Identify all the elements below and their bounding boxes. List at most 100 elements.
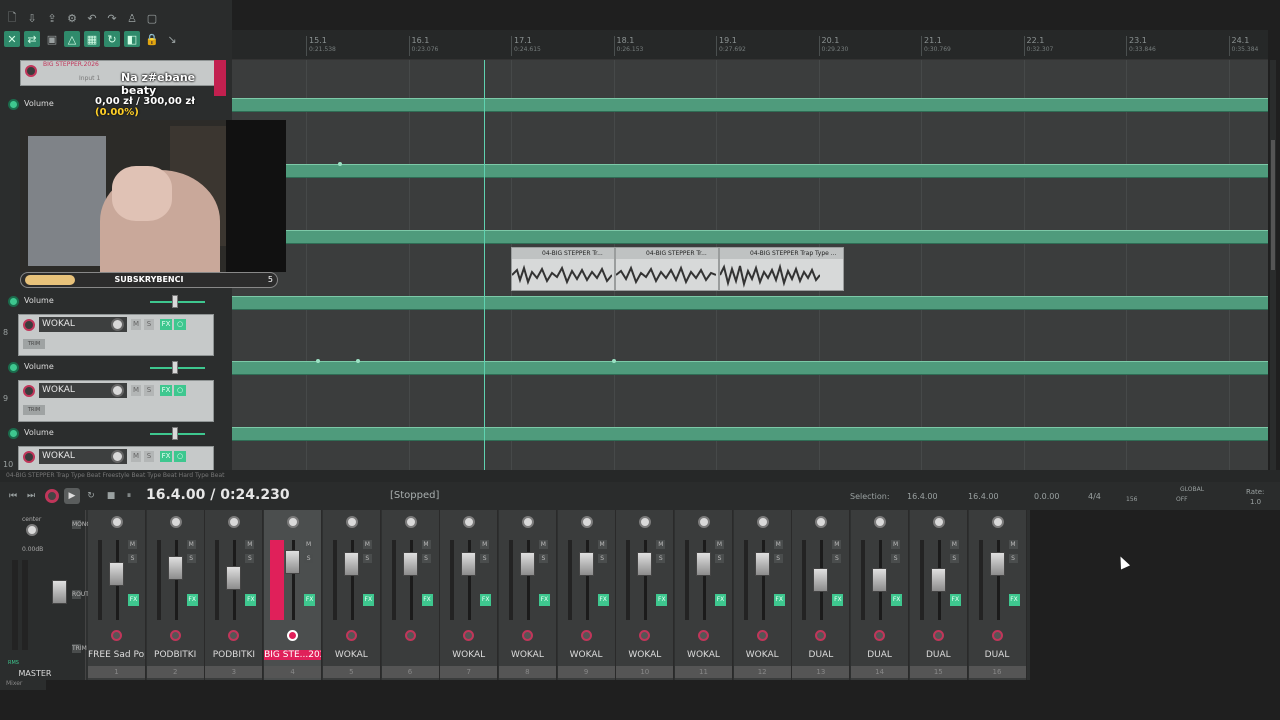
record-arm-button[interactable]	[932, 630, 944, 641]
track-header-10[interactable]: WOKAL M S FX ○	[18, 446, 214, 470]
vertical-scrollbar[interactable]	[1270, 60, 1276, 470]
mute-button[interactable]: M	[304, 540, 314, 549]
pan-knob[interactable]	[404, 516, 417, 528]
record-arm-button[interactable]	[580, 630, 592, 641]
bpm-display[interactable]: 156	[1126, 496, 1137, 503]
volume-fader[interactable]	[696, 552, 711, 576]
mixer-strip[interactable]: M S FX DUAL 15	[909, 510, 968, 680]
record-arm-button[interactable]	[698, 630, 709, 641]
envelope-toggle[interactable]	[8, 296, 19, 307]
fx-button[interactable]: FX	[480, 594, 492, 606]
strip-name[interactable]: FREE Sad Pop	[88, 650, 145, 660]
strip-name[interactable]: WOKAL	[675, 650, 732, 660]
pan-knob[interactable]	[463, 516, 476, 528]
solo-button[interactable]: S	[304, 554, 314, 563]
solo-button[interactable]: S	[538, 554, 548, 563]
solo-button[interactable]: S	[715, 554, 724, 563]
volume-envelope[interactable]	[232, 296, 1268, 310]
fx-button[interactable]: FX	[1008, 594, 1020, 606]
pan-knob[interactable]	[228, 516, 241, 528]
pan-knob[interactable]	[580, 516, 593, 528]
envelope-point[interactable]	[612, 359, 616, 363]
record-arm-button[interactable]	[756, 630, 768, 641]
volume-fader[interactable]	[754, 552, 770, 576]
record-arm-button[interactable]	[23, 451, 35, 463]
grid-icon[interactable]: ▢	[144, 10, 160, 26]
mixer-strip[interactable]: M S FX PODBITKI 3	[205, 510, 264, 680]
fx-button[interactable]: FX	[891, 594, 903, 606]
playhead-cursor[interactable]	[484, 60, 485, 470]
record-arm-button[interactable]	[639, 630, 651, 641]
strip-name[interactable]: PODBITKI	[205, 650, 262, 660]
envelope-lane[interactable]: Volume	[0, 359, 232, 377]
trim-button[interactable]: TRIM	[23, 405, 45, 415]
strip-name[interactable]: DUAL	[910, 650, 967, 660]
mixer-strip[interactable]: M S FX DUAL 16	[968, 510, 1027, 680]
volume-fader[interactable]	[402, 552, 418, 576]
mixer-tab[interactable]: Mixer	[0, 680, 46, 690]
media-item[interactable]: 04-BIG STEPPER Trap Type ...	[719, 247, 844, 291]
solo-button[interactable]: S	[949, 554, 959, 563]
loop-icon[interactable]: ↻	[104, 31, 120, 47]
volume-fader[interactable]	[872, 568, 888, 592]
envelope-toggle[interactable]	[8, 362, 19, 373]
timeline-ruler[interactable]: 15.1 0:21.538 16.1 0:23.076 17.1 0:24.615 18.1…	[232, 30, 1268, 60]
pan-knob[interactable]	[991, 516, 1004, 528]
mute-button[interactable]: M	[480, 540, 490, 549]
master-strip[interactable]: center 0.00dB MONO ROUTE TRIM RMS MASTER	[0, 510, 93, 680]
razor-icon[interactable]: ↘	[164, 31, 180, 47]
link-icon[interactable]: ⇄	[24, 31, 40, 47]
solo-button[interactable]: S	[144, 319, 154, 330]
volume-fader[interactable]	[461, 552, 477, 576]
new-project-icon[interactable]: 🗋	[4, 10, 20, 26]
mixer-strip[interactable]: M S FX WOKAL 7	[440, 510, 499, 680]
volume-knob[interactable]	[111, 384, 124, 397]
mute-button[interactable]: M	[131, 451, 141, 462]
volume-slider-thumb[interactable]	[172, 427, 178, 440]
fx-button[interactable]: FX	[160, 319, 172, 330]
volume-slider-thumb[interactable]	[172, 295, 178, 308]
record-arm-button[interactable]	[521, 630, 533, 641]
master-trim-button[interactable]: TRIM	[72, 644, 87, 653]
fx-button[interactable]: FX	[186, 594, 198, 606]
crossfade-icon[interactable]: ◧	[124, 31, 140, 47]
mute-button[interactable]: M	[891, 540, 901, 549]
volume-fader[interactable]	[813, 568, 829, 592]
mute-button[interactable]: M	[538, 540, 548, 549]
solo-button[interactable]: S	[144, 385, 154, 396]
mixer-strip[interactable]: M S FX WOKAL 12	[733, 510, 792, 680]
mixer-strip[interactable]: M S FX 6	[381, 510, 440, 680]
solo-button[interactable]: S	[1008, 554, 1018, 563]
record-arm-button[interactable]	[228, 630, 240, 641]
selection-start[interactable]: 16.4.00	[907, 492, 938, 501]
mute-button[interactable]: M	[597, 540, 607, 549]
solo-button[interactable]: S	[362, 554, 372, 563]
pan-knob[interactable]	[932, 516, 945, 528]
fx-bypass-button[interactable]: ○	[174, 385, 186, 396]
pan-knob[interactable]	[756, 516, 769, 528]
mute-button[interactable]: M	[245, 540, 255, 549]
pan-knob[interactable]	[287, 516, 300, 528]
media-item[interactable]: 04-BIG STEPPER Tr...	[511, 247, 615, 291]
record-arm-button[interactable]	[463, 630, 475, 641]
envelope-point[interactable]	[356, 359, 360, 363]
solo-button[interactable]: S	[891, 554, 901, 563]
master-mono-button[interactable]: MONO	[72, 520, 91, 529]
open-project-icon[interactable]: ⇩	[24, 10, 40, 26]
volume-fader[interactable]	[109, 562, 124, 586]
volume-knob[interactable]	[111, 318, 124, 331]
envelope-point[interactable]	[316, 359, 320, 363]
mute-button[interactable]: M	[773, 540, 783, 549]
mute-button[interactable]: M	[131, 385, 141, 396]
solo-button[interactable]: S	[421, 554, 431, 563]
volume-envelope[interactable]	[232, 361, 1268, 375]
fx-button[interactable]: FX	[362, 594, 374, 606]
volume-envelope[interactable]	[232, 230, 1268, 244]
fx-bypass-button[interactable]: ○	[174, 451, 186, 462]
volume-fader[interactable]	[637, 552, 653, 576]
solo-button[interactable]: S	[832, 554, 842, 563]
volume-fader[interactable]	[578, 552, 594, 576]
volume-envelope[interactable]	[232, 427, 1268, 441]
mixer-strip[interactable]: M S FX PODBITKI 2	[146, 510, 205, 680]
mixer-strip[interactable]: M S FX WOKAL 5	[322, 510, 381, 680]
